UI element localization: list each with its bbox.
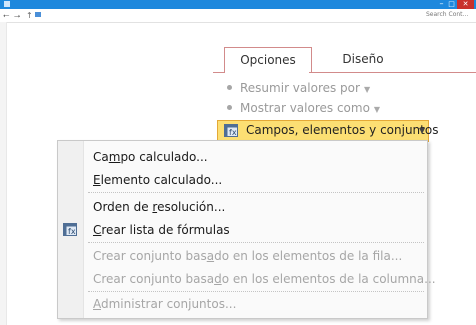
app-icon: [4, 1, 10, 7]
menu-item-crear-conjunto-columna: Crear conjunto basado en los elementos d…: [93, 272, 436, 286]
up-arrow-icon[interactable]: ↑: [26, 10, 33, 21]
maximize-button[interactable]: □: [447, 0, 456, 8]
left-pane: [0, 22, 7, 325]
resumir-valores-item[interactable]: Resumir valores por ▼: [227, 79, 370, 97]
campos-button-label: Campos, elementos y conjuntos: [246, 123, 439, 137]
bullet-icon: [227, 85, 232, 90]
address-bar: ⭠ ⭢ ↑ Search Cont...: [0, 9, 476, 23]
menu-separator: [88, 291, 424, 292]
menu-separator: [88, 192, 424, 193]
tab-diseno[interactable]: Diseño: [333, 47, 393, 72]
resumir-valores-label: Resumir valores por: [240, 81, 360, 95]
campos-elementos-conjuntos-button[interactable]: fx Campos, elementos y conjuntos ▼: [217, 120, 438, 142]
menu-item-elemento-calculado[interactable]: Elemento calculado...: [93, 171, 222, 189]
ribbon-panel: Opciones Diseño Resumir valores por ▼ Mos…: [213, 41, 476, 149]
chevron-down-icon: ▼: [419, 126, 426, 135]
minimize-button[interactable]: –: [437, 0, 446, 8]
title-bar: – □ ✕: [0, 0, 476, 9]
dropdown-menu: Campo calculado... Elemento calculado...…: [57, 140, 436, 319]
svg-text:fx: fx: [229, 128, 237, 137]
formula-list-icon: fx: [63, 223, 77, 236]
menu-item-orden-resolucion[interactable]: Orden de resolución...: [93, 198, 225, 216]
menu-item-campo-calculado[interactable]: Campo calculado...: [93, 148, 208, 166]
folder-icon: [35, 12, 41, 17]
chevron-down-icon: ▼: [373, 105, 381, 114]
back-icon[interactable]: ⭠: [3, 10, 9, 21]
tab-opciones[interactable]: Opciones: [224, 47, 312, 73]
menu-separator: [88, 242, 424, 243]
mostrar-valores-label: Mostrar valores como: [240, 101, 370, 115]
menu-item-administrar-conjuntos: Administrar conjuntos...: [93, 297, 237, 311]
pivot-table-icon: fx: [224, 124, 238, 137]
chevron-down-icon: ▼: [363, 85, 371, 94]
close-button[interactable]: ✕: [457, 0, 474, 9]
bullet-icon: [227, 105, 232, 110]
menu-item-crear-lista-formulas[interactable]: Crear lista de fórmulas: [93, 221, 230, 239]
svg-text:fx: fx: [68, 227, 76, 236]
mostrar-valores-item[interactable]: Mostrar valores como ▼: [227, 99, 380, 117]
forward-icon[interactable]: ⭢: [14, 10, 20, 21]
search-input[interactable]: Search Cont...: [426, 10, 476, 20]
menu-item-crear-conjunto-fila: Crear conjunto basado en los elementos d…: [93, 249, 403, 263]
